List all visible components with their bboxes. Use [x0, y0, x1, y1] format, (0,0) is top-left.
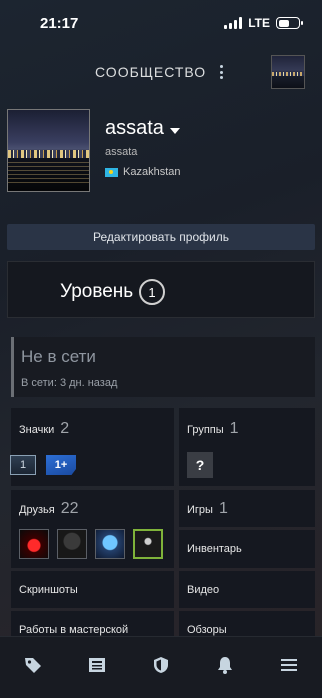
last-online: В сети: 3 дн. назад: [21, 377, 118, 389]
friend-avatar[interactable]: [133, 529, 163, 559]
screenshots-tile[interactable]: Скриншоты: [11, 571, 174, 608]
menu-icon[interactable]: [279, 655, 299, 675]
profile-country: Kazakhstan: [123, 166, 181, 178]
friends-count: 22: [60, 500, 79, 517]
news-icon[interactable]: [87, 655, 107, 675]
group-avatar-placeholder[interactable]: ?: [187, 452, 213, 478]
workshop-label: Работы в мастерской: [19, 624, 129, 636]
bottom-tab-bar: [0, 636, 322, 698]
videos-tile[interactable]: Видео: [179, 571, 315, 608]
badges-count: 2: [60, 420, 70, 437]
tag-icon[interactable]: [23, 655, 43, 675]
groups-label: Группы: [187, 424, 224, 436]
bell-icon[interactable]: [215, 655, 235, 675]
page-title: СООБЩЕСТВО: [95, 64, 207, 80]
online-status-card: Не в сети В сети: 3 дн. назад: [11, 337, 315, 397]
games-tile[interactable]: Игры 1: [179, 490, 315, 527]
app-header: СООБЩЕСТВО: [0, 52, 322, 92]
level-badge: 1: [139, 279, 165, 305]
shield-icon[interactable]: [151, 655, 171, 675]
edit-profile-button[interactable]: Редактировать профиль: [7, 224, 315, 250]
status-indicators: LTE: [224, 16, 303, 30]
profile-name-dropdown[interactable]: assata: [105, 117, 180, 140]
friend-avatar[interactable]: [95, 529, 125, 559]
profile-avatar: [7, 109, 90, 192]
reviews-label: Обзоры: [187, 624, 227, 636]
status-time: 21:17: [40, 15, 79, 32]
groups-tile[interactable]: Группы 1 ?: [179, 408, 315, 486]
more-vertical-icon[interactable]: [216, 62, 226, 82]
level-label: Уровень: [60, 281, 134, 302]
level-card: Уровень 1: [7, 261, 315, 318]
battery-icon: [276, 17, 303, 29]
groups-count: 1: [229, 420, 239, 437]
badge-icon[interactable]: 1+: [46, 455, 76, 475]
caret-down-icon: [169, 127, 180, 134]
status-bar: 21:17 LTE: [0, 0, 322, 48]
friends-label: Друзья: [19, 504, 55, 516]
kazakhstan-flag-icon: [105, 167, 118, 177]
profile-name: assata: [105, 117, 164, 139]
network-type: LTE: [248, 16, 270, 30]
videos-label: Видео: [187, 584, 220, 596]
inventory-label: Инвентарь: [187, 543, 242, 555]
inventory-tile[interactable]: Инвентарь: [179, 530, 315, 568]
games-count: 1: [218, 500, 228, 517]
friend-avatar[interactable]: [57, 529, 87, 559]
badges-label: Значки: [19, 424, 55, 436]
header-avatar[interactable]: [271, 55, 305, 89]
online-status: Не в сети: [21, 347, 96, 366]
profile-real-name: assata: [105, 146, 138, 158]
screenshots-label: Скриншоты: [19, 584, 78, 596]
signal-icon: [224, 17, 243, 29]
friend-avatar[interactable]: [19, 529, 49, 559]
badge-icon[interactable]: 1: [10, 455, 36, 475]
games-label: Игры: [187, 504, 213, 516]
profile-location: Kazakhstan: [105, 166, 180, 178]
